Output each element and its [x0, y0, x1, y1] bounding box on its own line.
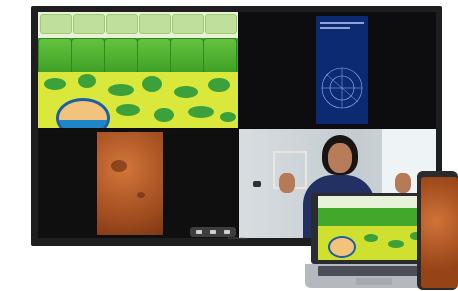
tv-brand-logo: SAMSUNG — [228, 236, 247, 240]
chloroplast — [154, 108, 174, 122]
lamp — [253, 181, 261, 187]
constellation-graphic — [321, 67, 363, 109]
cell — [73, 14, 105, 34]
chloroplast — [108, 84, 134, 96]
laptop-nucleus — [328, 236, 356, 258]
mars-image — [97, 132, 163, 235]
palisade-cell — [71, 38, 105, 74]
phone-screen[interactable] — [421, 177, 458, 288]
laptop-palisade — [318, 208, 430, 226]
palisade-cell — [137, 38, 171, 74]
chloroplast — [44, 78, 66, 90]
palisade-layer — [38, 38, 238, 74]
pane-dark-blue-poster[interactable] — [239, 12, 436, 128]
chloroplast — [188, 106, 214, 118]
chloroplast — [220, 112, 236, 122]
crater — [137, 192, 145, 198]
cell — [172, 14, 204, 34]
palisade-cell — [38, 38, 72, 74]
pane-plant-cell-diagram[interactable] — [38, 12, 238, 128]
right-hand — [395, 173, 411, 193]
laptop-screen[interactable] — [318, 196, 430, 260]
chloroplast — [116, 104, 140, 116]
person-face — [328, 143, 352, 173]
epidermis-layer — [38, 12, 238, 38]
palisade-cell — [104, 38, 138, 74]
layout-icon[interactable] — [196, 230, 202, 234]
settings-icon[interactable] — [224, 230, 230, 234]
laptop-epidermis — [318, 196, 430, 208]
cell — [139, 14, 171, 34]
laptop-touchpad[interactable] — [356, 278, 392, 285]
cell — [205, 14, 237, 34]
laptop-chloroplast — [364, 234, 378, 242]
laptop-keyboard[interactable] — [318, 266, 430, 276]
chloroplast — [78, 74, 96, 88]
cell — [106, 14, 138, 34]
chloroplast — [208, 78, 230, 92]
palisade-cell — [203, 38, 237, 74]
left-hand — [279, 173, 295, 193]
crater — [111, 160, 127, 172]
pane-mars-surface[interactable] — [38, 129, 238, 238]
cell — [40, 14, 72, 34]
chloroplast — [174, 86, 198, 98]
expand-icon[interactable] — [210, 230, 216, 234]
poster-image — [316, 16, 368, 124]
palisade-cell — [170, 38, 204, 74]
chloroplast — [142, 76, 162, 92]
laptop-chloroplast — [388, 240, 404, 248]
